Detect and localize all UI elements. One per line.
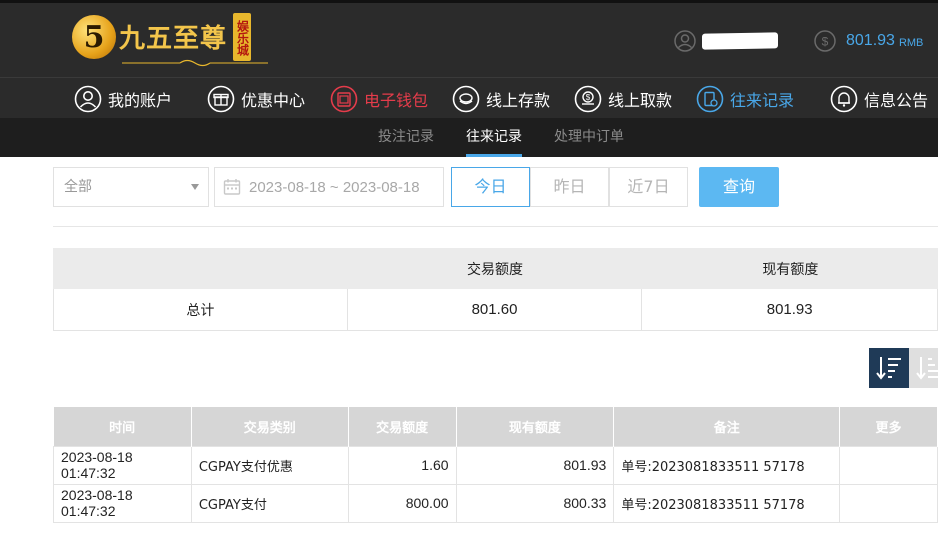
tab-transaction-records[interactable]: 往来记录 [466,118,522,157]
nav-label: 我的账户 [108,91,173,110]
nav-label: 往来记录 [730,91,795,110]
nav-item-announcements[interactable]: 信息公告 [830,83,928,115]
balance: $ 801.93 RMB [814,30,923,52]
cell-remark: 单号:2023081833511 57178 [613,483,841,523]
summary-transaction-amount: 801.60 [348,289,643,330]
last-7-days-button[interactable]: 近7日 [609,167,688,207]
type-select-value: 全部 [64,179,92,195]
nav-item-wallet[interactable]: 电子钱包 [330,83,428,115]
divider [53,226,938,227]
bell-icon [830,85,858,113]
nav-item-withdraw[interactable]: $ 线上取款 [574,83,672,115]
date-range-input[interactable]: 2023-08-18 ~ 2023-08-18 [214,167,444,207]
column-header-type[interactable]: 交易类别 [191,407,349,446]
nav-item-promotions[interactable]: 优惠中心 [207,83,305,115]
nav-label: 线上存款 [486,91,551,110]
logo-title: 九五至尊 [119,24,228,54]
type-select[interactable]: 全部 [53,167,209,207]
withdraw-icon: $ [574,85,602,113]
sort-descending-icon [876,357,901,380]
gift-icon [207,85,235,113]
summary-current-balance: 801.93 [766,301,813,318]
sort-ascending-icon [916,357,938,380]
yesterday-button[interactable]: 昨日 [530,167,609,207]
nav-label: 信息公告 [864,91,929,110]
column-header-balance[interactable]: 现有额度 [456,407,615,446]
chevron-down-icon [191,184,199,190]
nav-item-deposit[interactable]: 线上存款 [452,83,550,115]
summary-header-cell [53,248,347,289]
cell-time: 2023-08-18 01:47:32 [53,445,192,485]
column-header-amount[interactable]: 交易额度 [348,407,457,446]
dollar-icon: $ [814,30,836,52]
cell-time: 2023-08-18 01:47:32 [53,483,192,523]
nav-label: 优惠中心 [241,91,306,110]
records-table: 时间 交易类别 交易额度 现有额度 备注 更多 2023-08-18 01:47… [53,407,938,523]
cell-type: CGPAY支付优惠 [190,445,349,485]
balance-amount: 801.93 [846,32,895,49]
summary-table: 交易额度 现有额度 总计 801.60 801.93 [53,248,938,331]
summary-row: 总计 801.60 801.93 [53,289,938,331]
cell-amount: 1.60 [347,445,457,485]
nav-label: 电子钱包 [364,91,429,110]
logo-flourish-icon [122,59,268,67]
summary-header-cell: 现有额度 [762,261,819,278]
cell-type: CGPAY支付 [190,483,349,523]
tab-bet-records[interactable]: 投注记录 [378,118,434,157]
svg-text:$: $ [586,93,591,102]
summary-total-label: 总计 [54,289,348,330]
nav-item-records[interactable]: 往来记录 [696,83,794,115]
column-header-remark[interactable]: 备注 [613,407,841,446]
person-icon [74,85,102,113]
cell-balance: 801.93 [455,445,615,485]
balance-unit: RMB [898,37,924,49]
records-header-row: 时间 交易类别 交易额度 现有额度 备注 更多 [53,407,938,446]
cell-amount: 800.00 [347,483,457,523]
tab-pending-orders[interactable]: 处理中订单 [554,118,624,157]
user-icon [674,30,696,52]
logo[interactable]: 5 九五至尊 娱乐城 [72,13,268,69]
nav-label: 线上取款 [608,91,673,110]
calendar-icon [223,179,241,195]
svg-text:$: $ [822,35,829,49]
sort-descending-button[interactable] [869,348,909,388]
summary-header: 交易额度 现有额度 [53,248,938,289]
wallet-icon [330,85,358,113]
user-info[interactable] [674,30,778,52]
main-nav: 我的账户 优惠中心 电子钱包 线上存款 $ 线上取款 往来记录 信息公告 [0,77,938,118]
cell-balance: 800.33 [455,483,615,523]
username-redacted [702,32,778,50]
top-header: 5 九五至尊 娱乐城 $ 801.93 RMB [0,0,938,77]
column-header-time[interactable]: 时间 [53,407,192,446]
table-row: 2023-08-18 01:47:32 CGPAY支付 800.00 800.3… [53,483,938,523]
nav-item-account[interactable]: 我的账户 [74,83,172,115]
cell-more[interactable] [839,483,938,523]
cell-more[interactable] [839,445,938,485]
logo-badge: 娱乐城 [233,13,252,61]
query-button[interactable]: 查询 [699,167,779,207]
date-range-value: 2023-08-18 ~ 2023-08-18 [249,178,420,196]
sub-nav: 投注记录 往来记录 处理中订单 [0,118,938,157]
cell-remark: 单号:2023081833511 57178 [613,445,841,485]
table-row: 2023-08-18 01:47:32 CGPAY支付优惠 1.60 801.9… [53,445,938,485]
column-header-more[interactable]: 更多 [839,407,938,446]
summary-header-cell: 交易额度 [467,261,523,278]
today-button[interactable]: 今日 [451,167,530,207]
logo-emblem: 5 [72,15,116,59]
sort-ascending-button[interactable] [909,348,938,388]
deposit-icon [452,85,480,113]
records-icon [696,85,724,113]
